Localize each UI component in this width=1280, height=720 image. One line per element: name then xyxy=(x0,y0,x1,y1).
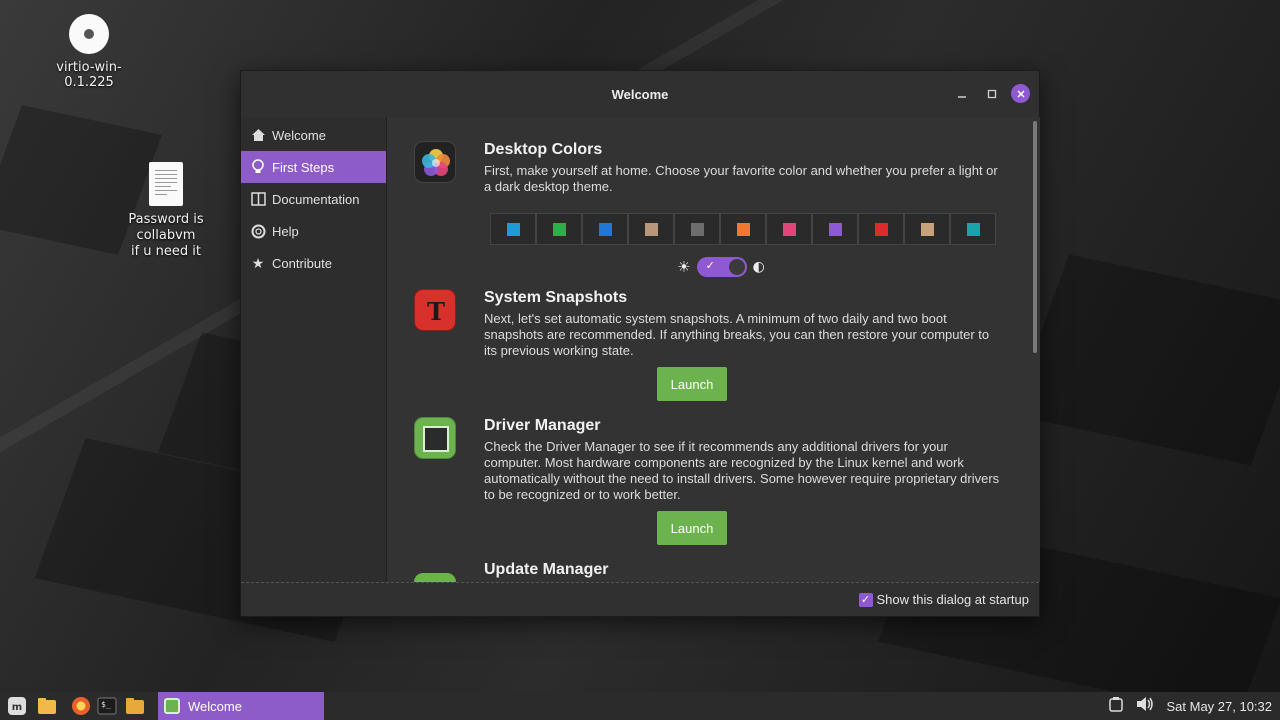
svg-text:m: m xyxy=(12,702,22,713)
sidebar-item-documentation[interactable]: Documentation xyxy=(241,183,386,215)
section-desktop-colors: Desktop Colors First, make yourself at h… xyxy=(414,141,1004,277)
color-swatch[interactable] xyxy=(674,213,720,245)
check-icon: ✓ xyxy=(705,259,715,272)
firefox-icon[interactable] xyxy=(70,695,92,717)
color-flower-icon xyxy=(414,141,456,183)
section-system-snapshots: T System Snapshots Next, let's set autom… xyxy=(414,289,1004,401)
sidebar-item-welcome[interactable]: Welcome xyxy=(241,119,386,151)
book-icon xyxy=(250,191,266,207)
lightbulb-icon xyxy=(250,159,266,175)
clipboard-icon[interactable] xyxy=(1108,696,1124,716)
show-at-startup-label: Show this dialog at startup xyxy=(876,592,1029,607)
sidebar-item-label: First Steps xyxy=(272,159,335,175)
launch-driver-manager-button[interactable]: Launch xyxy=(657,511,727,545)
sidebar-item-contribute[interactable]: ★ Contribute xyxy=(241,247,386,279)
show-at-startup-option[interactable]: ✓ Show this dialog at startup xyxy=(858,592,1029,607)
section-description: Next, let's set automatic system snapsho… xyxy=(484,311,990,358)
terminal-icon[interactable]: $_ xyxy=(96,695,118,717)
desktop-icon-label: Password is collabvm xyxy=(128,212,204,243)
window-titlebar[interactable]: Welcome xyxy=(241,71,1039,117)
dark-theme-toggle[interactable]: ✓ xyxy=(696,257,747,277)
taskbar: m $_ Welcome Sat May 27, 10:32 xyxy=(0,692,1280,720)
section-title: System Snapshots xyxy=(484,289,628,306)
text-document-icon xyxy=(149,162,183,206)
driver-manager-icon xyxy=(414,417,456,459)
launch-snapshots-button[interactable]: Launch xyxy=(657,367,727,401)
taskbar-welcome-task[interactable]: Welcome xyxy=(158,692,324,720)
moon-icon: ◐ xyxy=(752,259,765,275)
optical-disc-icon xyxy=(69,14,109,54)
timeshift-icon: T xyxy=(414,289,456,331)
show-at-startup-checkbox[interactable]: ✓ xyxy=(858,592,873,607)
sidebar: Welcome First Steps Documentation Help ★… xyxy=(241,117,387,582)
desktop-icon-virtio[interactable]: virtio-win-0.1.225 xyxy=(34,14,144,90)
section-description: First, make yourself at home. Choose you… xyxy=(484,163,998,194)
content-scrollbar[interactable] xyxy=(1033,121,1037,353)
theme-toggle-row: ☀ ✓ ◐ xyxy=(464,257,978,277)
section-update-manager: Update Manager xyxy=(414,561,1004,582)
clock[interactable]: Sat May 27, 10:32 xyxy=(1166,699,1272,714)
update-manager-icon xyxy=(414,573,456,582)
color-swatch[interactable] xyxy=(812,213,858,245)
section-title: Driver Manager xyxy=(484,417,601,434)
sidebar-item-first-steps[interactable]: First Steps xyxy=(241,151,386,183)
color-swatch[interactable] xyxy=(628,213,674,245)
sidebar-item-label: Welcome xyxy=(272,127,326,143)
taskbar-task-label: Welcome xyxy=(188,698,242,714)
mint-menu-icon[interactable]: m xyxy=(6,695,28,717)
close-button[interactable] xyxy=(1011,84,1030,103)
section-driver-manager: Driver Manager Check the Driver Manager … xyxy=(414,417,1004,545)
lifebuoy-icon xyxy=(250,223,266,239)
maximize-button[interactable] xyxy=(981,83,1003,105)
svg-text:T: T xyxy=(427,297,445,326)
color-swatch[interactable] xyxy=(858,213,904,245)
first-steps-content: Desktop Colors First, make yourself at h… xyxy=(388,117,1040,582)
color-swatch[interactable] xyxy=(490,213,536,245)
color-swatch[interactable] xyxy=(766,213,812,245)
color-swatch[interactable] xyxy=(720,213,766,245)
window-title: Welcome xyxy=(611,86,669,102)
color-swatch[interactable] xyxy=(536,213,582,245)
sidebar-item-label: Help xyxy=(272,223,299,239)
minimize-button[interactable] xyxy=(951,83,973,105)
desktop-icon-password-note[interactable]: Password is collabvm if u need it xyxy=(100,162,232,260)
desktop-icon-label: virtio-win-0.1.225 xyxy=(56,60,122,90)
color-swatch[interactable] xyxy=(904,213,950,245)
section-title: Desktop Colors xyxy=(484,141,603,158)
system-tray: Sat May 27, 10:32 xyxy=(1108,692,1272,720)
home-icon xyxy=(250,127,266,143)
desktop-icon-label-line2: if u need it xyxy=(130,244,202,259)
files-folder-icon[interactable] xyxy=(36,695,58,717)
section-title: Update Manager xyxy=(484,561,609,578)
color-swatch[interactable] xyxy=(582,213,628,245)
star-icon: ★ xyxy=(251,254,265,271)
color-swatch-row xyxy=(490,213,1004,245)
window-footer: ✓ Show this dialog at startup xyxy=(241,582,1039,616)
sidebar-item-label: Documentation xyxy=(272,191,360,207)
color-swatch[interactable] xyxy=(950,213,996,245)
section-description: Check the Driver Manager to see if it re… xyxy=(484,439,1000,502)
welcome-app-icon xyxy=(164,698,180,714)
welcome-window: Welcome Welcome First Steps Documentatio… xyxy=(240,70,1040,617)
sidebar-item-help[interactable]: Help xyxy=(241,215,386,247)
folder-icon[interactable] xyxy=(124,695,146,717)
svg-text:$_: $_ xyxy=(101,700,111,709)
volume-icon[interactable] xyxy=(1136,696,1154,716)
sidebar-item-label: Contribute xyxy=(272,255,332,271)
sun-icon: ☀ xyxy=(677,258,691,276)
